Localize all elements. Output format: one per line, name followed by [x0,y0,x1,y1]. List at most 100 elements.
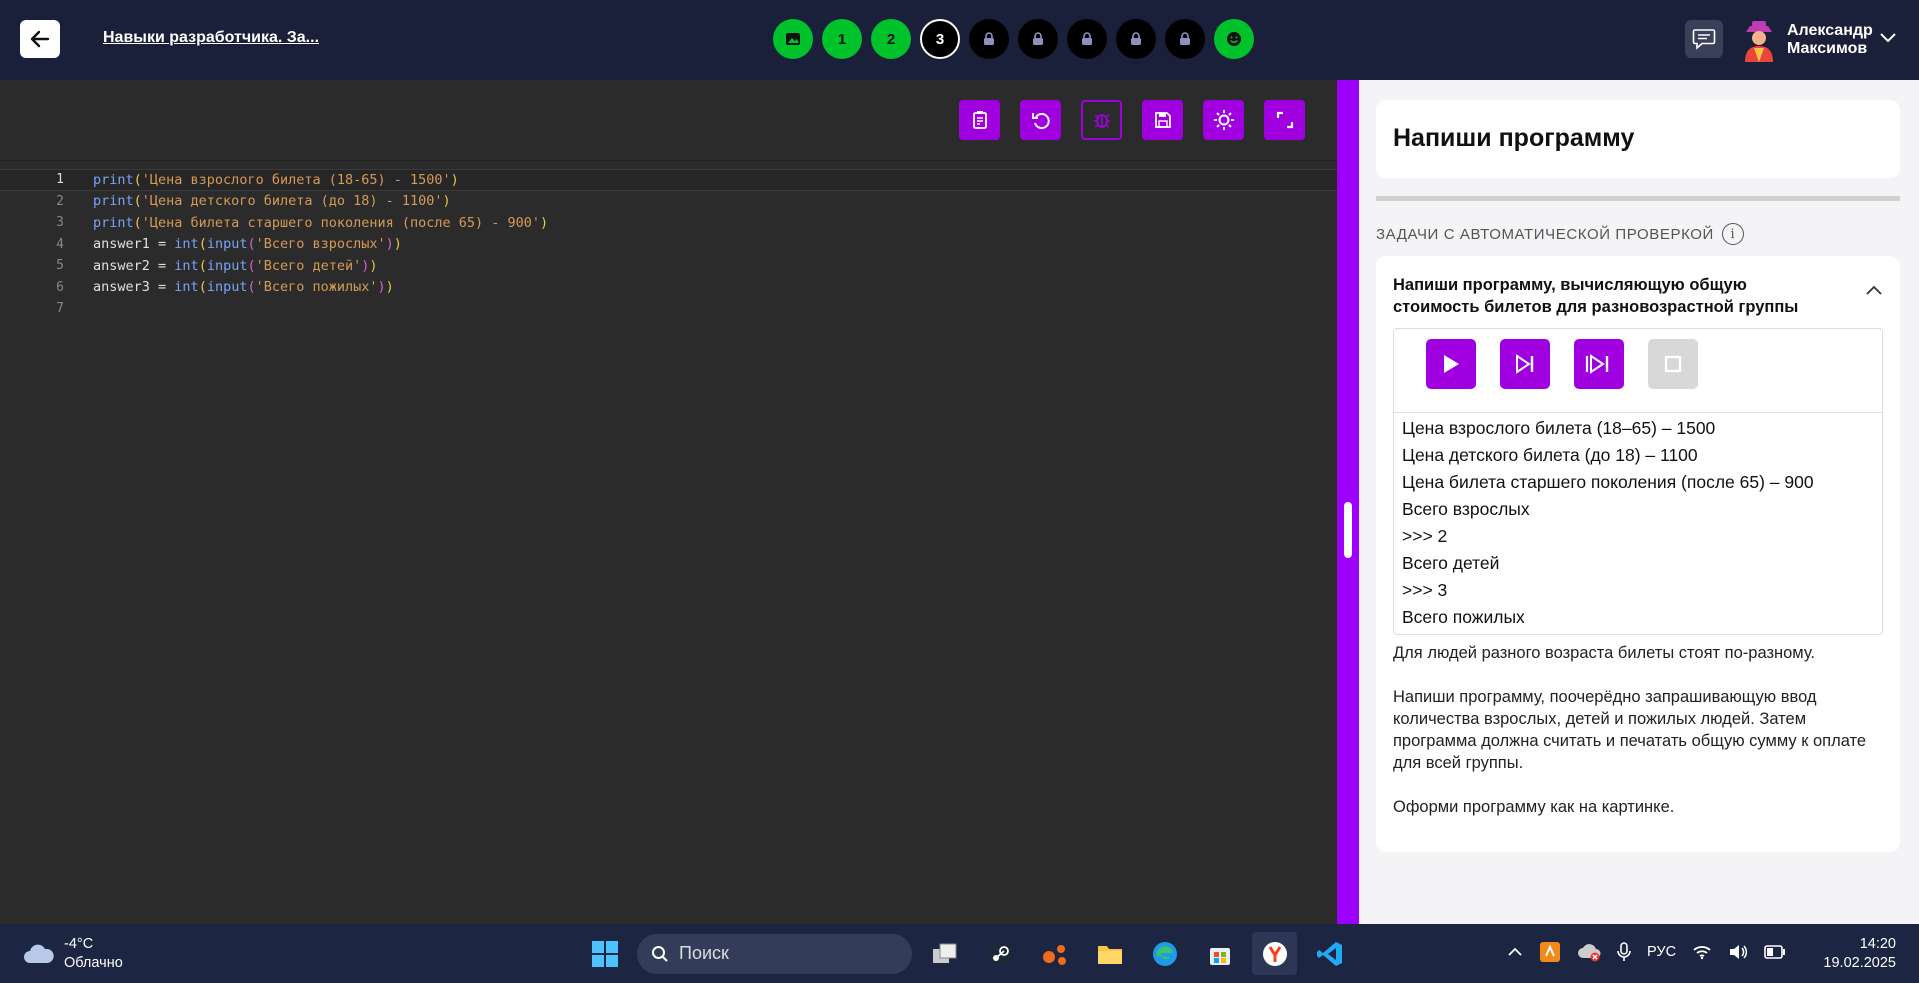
runner-controls [1394,329,1882,413]
code-line[interactable]: 1 print('Цена взрослого билета (18-65) -… [0,169,1337,191]
language-indicator[interactable]: РУС [1647,944,1676,960]
user-last-name: Максимов [1787,40,1868,57]
lock-icon [1033,32,1043,45]
description-paragraph: Для людей разного возраста билеты стоят … [1393,644,1816,662]
step-locked[interactable] [1067,19,1107,59]
weather-widget[interactable]: -4°C Облачно [22,935,123,973]
chevron-up-icon[interactable] [1507,947,1523,957]
edge-icon [1152,941,1177,966]
bug-icon [1093,114,1110,128]
theme-toggle-button[interactable] [1203,100,1244,140]
step-locked[interactable] [1018,19,1058,59]
step-1[interactable]: 1 [822,19,862,59]
reset-button[interactable] [1020,100,1061,140]
step-intro[interactable] [773,19,813,59]
back-button[interactable] [20,20,60,58]
chevron-down-icon[interactable] [1880,30,1896,48]
vscode-icon [1316,941,1342,966]
step-forward-icon [1516,354,1534,374]
steam-app[interactable] [977,932,1022,975]
start-button[interactable] [582,932,627,975]
task-view-button[interactable] [922,932,967,975]
temperature: -4°C [64,936,94,952]
code-text[interactable]: print('Цена взрослого билета (18-65) - 1… [64,172,459,188]
step-2[interactable]: 2 [871,19,911,59]
yandex-icon [1262,941,1287,966]
time: 14:20 [1859,936,1896,952]
fullscreen-button[interactable] [1264,100,1305,140]
stop-button[interactable] [1648,339,1698,389]
line-number: 1 [56,172,64,188]
line-number: 2 [56,193,64,209]
console-line: Всего взрослых [1402,499,1530,519]
course-title-link[interactable]: Навыки разработчика. За... [103,29,319,47]
code-line[interactable]: 7 [0,298,1337,320]
avatar[interactable] [1738,18,1780,62]
console-line: Всего пожилых [1402,607,1525,627]
image-icon [786,33,800,45]
search-placeholder: Поиск [679,943,729,963]
task-heading[interactable]: Напиши программу, вычисляющую общую стои… [1393,274,1833,318]
panel-title: Напиши программу [1376,100,1900,178]
cloud-icon [24,944,54,963]
run-to-end-button[interactable] [1574,339,1624,389]
step-finish[interactable] [1214,19,1254,59]
file-explorer-app[interactable] [1087,932,1132,975]
save-button[interactable] [1142,100,1183,140]
code-editor[interactable]: 1 print('Цена взрослого билета (18-65) -… [0,80,1337,924]
code-text[interactable]: print('Цена билета старшего поколения (п… [64,215,548,231]
chevron-up-icon[interactable] [1866,282,1882,300]
code-text[interactable]: print('Цена детского билета (до 18) - 11… [64,193,451,209]
chat-button[interactable] [1685,20,1723,58]
debug-button[interactable] [1081,100,1122,140]
store-icon [1209,947,1230,965]
step-locked[interactable] [1165,19,1205,59]
resize-handle[interactable] [1344,502,1352,558]
circles-icon [1042,944,1066,965]
line-number: 5 [56,258,64,274]
pane-divider[interactable] [1337,80,1359,924]
step-locked[interactable] [1116,19,1156,59]
battery-icon[interactable] [1764,945,1786,959]
yandex-browser-app[interactable] [1252,932,1297,975]
cloud-error-icon[interactable] [1577,942,1601,962]
microphone-icon[interactable] [1617,942,1631,962]
code-lines[interactable]: 1 print('Цена взрослого билета (18-65) -… [0,160,1337,320]
code-line[interactable]: 6 answer3 = int(input('Всего пожилых')) [0,277,1337,299]
clipboard-button[interactable] [959,100,1000,140]
run-button[interactable] [1426,339,1476,389]
user-name[interactable]: Александр Максимов [1787,22,1873,58]
store-app[interactable] [1197,932,1242,975]
vscode-app[interactable] [1307,932,1352,975]
editor-toolbar [959,100,1305,140]
system-clock[interactable]: 14:20 19.02.2025 [1823,935,1896,973]
line-number: 7 [56,301,64,317]
app-orange[interactable] [1032,932,1077,975]
step-locked[interactable] [969,19,1009,59]
step-button[interactable] [1500,339,1550,389]
date: 19.02.2025 [1823,955,1896,971]
search-icon [652,945,668,962]
app-tray-icon[interactable] [1539,941,1561,963]
wifi-icon[interactable] [1692,944,1712,960]
code-text[interactable]: answer3 = int(input('Всего пожилых')) [64,279,394,295]
edge-app[interactable] [1142,932,1187,975]
arrow-left-icon [30,30,50,48]
step-3[interactable]: 3 [920,19,960,59]
windows-taskbar: -4°C Облачно Поиск РУС 14:20 19.02.2025 [0,924,1919,983]
code-text[interactable]: answer2 = int(input('Всего детей')) [64,258,378,274]
code-line[interactable]: 5 answer2 = int(input('Всего детей')) [0,255,1337,277]
description-paragraph: Напиши программу, поочерёдно запрашивающ… [1393,688,1867,772]
fullscreen-icon [1276,111,1293,129]
avatar-icon [1745,21,1773,62]
code-line[interactable]: 4 answer1 = int(input('Всего взрослых')) [0,234,1337,256]
code-text[interactable]: answer1 = int(input('Всего взрослых')) [64,236,402,252]
code-line[interactable]: 2 print('Цена детского билета (до 18) - … [0,191,1337,213]
info-icon[interactable]: i [1721,223,1744,245]
stop-icon [1664,355,1682,373]
taskbar-search[interactable]: Поиск [637,933,912,974]
volume-icon[interactable] [1728,944,1748,960]
top-header: Навыки разработчика. За... 1 2 3 Алексан… [0,0,1919,80]
section-label-text: ЗАДАЧИ С АВТОМАТИЧЕСКОЙ ПРОВЕРКОЙ [1376,225,1714,243]
code-line[interactable]: 3 print('Цена билета старшего поколения … [0,212,1337,234]
